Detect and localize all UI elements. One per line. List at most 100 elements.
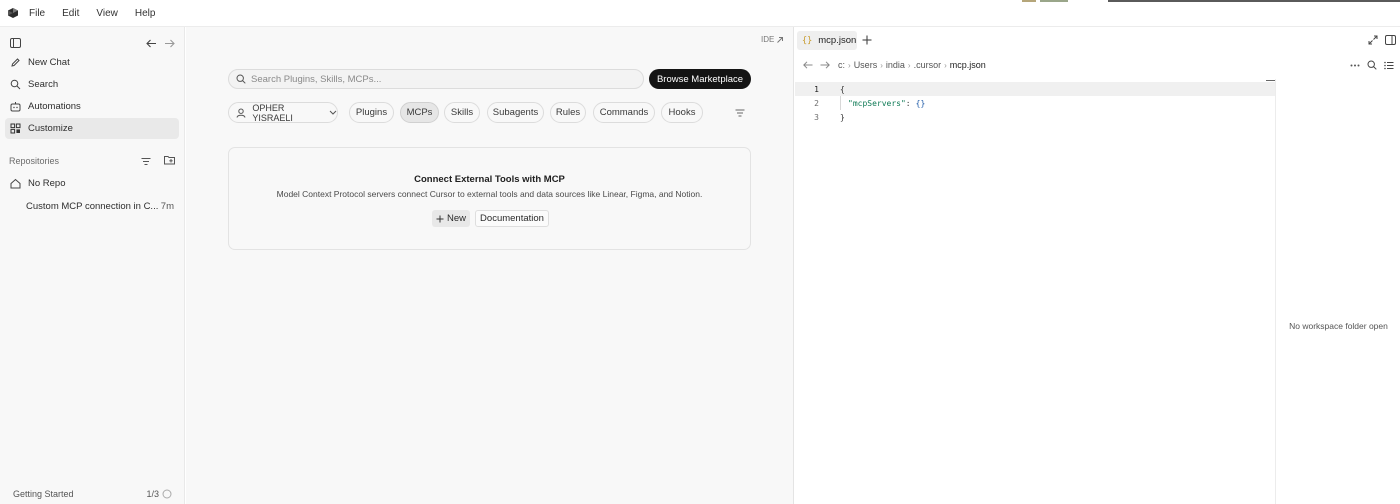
code-line: 3 } — [795, 110, 1275, 124]
sidebar-item-new-chat[interactable]: New Chat — [5, 52, 179, 73]
more-options-icon[interactable] — [1349, 60, 1361, 70]
no-workspace-message: No workspace folder open — [1289, 321, 1388, 331]
tab-plugins[interactable]: Plugins — [349, 102, 394, 123]
minimap-marker — [1266, 80, 1275, 81]
new-folder-icon[interactable] — [163, 154, 175, 166]
filter-icon[interactable] — [140, 155, 152, 167]
sidebar-item-automations[interactable]: Automations — [5, 96, 179, 117]
chevron-right-icon: › — [880, 60, 883, 70]
menu-view[interactable]: View — [96, 8, 118, 19]
breadcrumb-users[interactable]: Users — [854, 60, 878, 70]
search-icon[interactable] — [1366, 59, 1378, 71]
search-icon — [236, 74, 246, 84]
tab-commands[interactable]: Commands — [593, 102, 655, 123]
taskbar-strip — [1022, 0, 1036, 2]
code-colon: : — [905, 98, 911, 108]
breadcrumb-india[interactable]: india — [886, 60, 905, 70]
outline-list-icon[interactable] — [1383, 59, 1395, 71]
chevron-right-icon: › — [944, 60, 947, 70]
maximize-icon[interactable] — [1367, 34, 1379, 46]
code-line: 2 "mcpServers" : {} — [795, 96, 1275, 110]
breadcrumb-file[interactable]: mcp.json — [950, 60, 986, 70]
ide-link[interactable]: IDE — [761, 35, 784, 44]
sort-filter-icon[interactable] — [734, 107, 746, 119]
editor-panel: {} mcp.json c: › Users › india › .cursor… — [795, 27, 1400, 504]
browse-marketplace-button[interactable]: Browse Marketplace — [649, 69, 751, 89]
app-logo-icon — [7, 7, 19, 19]
sidebar-item-label: Customize — [28, 123, 73, 134]
progress-circle-icon — [161, 488, 172, 499]
explorer-pane: No workspace folder open — [1275, 79, 1400, 504]
repo-name: No Repo — [28, 178, 66, 189]
code-value: {} — [915, 98, 926, 108]
plus-icon — [436, 215, 444, 223]
pencil-icon — [9, 57, 21, 69]
home-icon — [9, 178, 21, 190]
sidebar: New Chat Search Automations Customize Re… — [0, 27, 185, 504]
taskbar-strip — [1040, 0, 1068, 2]
sidebar-item-search[interactable]: Search — [5, 74, 179, 95]
tab-hooks[interactable]: Hooks — [661, 102, 703, 123]
indent-guide — [840, 96, 848, 110]
editor-tab-label: mcp.json — [818, 35, 857, 46]
forward-arrow-icon[interactable] — [820, 61, 830, 69]
customize-panel: IDE Browse Marketplace OPHER YISRAELI Pl… — [186, 27, 794, 504]
chevron-right-icon: › — [848, 60, 851, 70]
mcp-card-description: Model Context Protocol servers connect C… — [276, 189, 703, 199]
menu-bar: File Edit View Help — [0, 0, 1400, 27]
repo-item-no-repo[interactable]: No Repo — [5, 173, 179, 194]
mcp-card-title: Connect External Tools with MCP — [414, 174, 565, 185]
bot-icon — [9, 101, 21, 113]
tab-subagents[interactable]: Subagents — [487, 102, 544, 123]
getting-started-item[interactable]: Getting Started 1/3 — [5, 484, 179, 504]
menu-edit[interactable]: Edit — [62, 8, 79, 19]
json-file-icon: {} — [802, 35, 813, 46]
line-number: 3 — [814, 112, 819, 122]
sidebar-item-label: New Chat — [28, 57, 70, 68]
grid-icon — [9, 123, 21, 135]
new-mcp-button[interactable]: New — [432, 210, 470, 227]
menu-help[interactable]: Help — [135, 8, 156, 19]
toggle-sidebar-icon[interactable] — [9, 37, 21, 49]
mcp-empty-state-card: Connect External Tools with MCP Model Co… — [228, 147, 751, 250]
line-number: 2 — [814, 98, 819, 108]
tab-rules[interactable]: Rules — [550, 102, 586, 123]
code-open-brace: { — [840, 84, 845, 94]
tab-skills[interactable]: Skills — [444, 102, 480, 123]
chevron-right-icon: › — [907, 60, 911, 70]
code-line: 1 { — [795, 82, 1275, 96]
sidebar-item-label: Search — [28, 79, 59, 90]
external-arrow-icon — [776, 36, 784, 44]
sidebar-item-label: Automations — [28, 101, 81, 112]
sidebar-item-customize[interactable]: Customize — [5, 118, 179, 139]
search-input[interactable] — [251, 73, 631, 85]
editor-tab-bar: {} mcp.json — [795, 27, 1400, 53]
getting-started-label: Getting Started — [13, 489, 74, 499]
recent-chat-title: Custom MCP connection in C... — [26, 201, 159, 212]
ide-link-label: IDE — [761, 35, 775, 44]
line-number: 1 — [814, 84, 819, 94]
code-editor[interactable]: 1 { 2 "mcpServers" : {} 3 } — [795, 80, 1275, 504]
chevron-down-icon — [329, 108, 337, 117]
tab-mcps[interactable]: MCPs — [400, 102, 439, 123]
sidebar-toolbar — [0, 32, 185, 54]
editor-tab-mcp-json[interactable]: {} mcp.json — [797, 31, 857, 50]
breadcrumb-drive[interactable]: c: — [838, 60, 845, 70]
user-filter-dropdown[interactable]: OPHER YISRAELI — [228, 102, 338, 123]
getting-started-progress: 1/3 — [146, 489, 159, 499]
documentation-button[interactable]: Documentation — [475, 210, 549, 227]
menu-file[interactable]: File — [29, 8, 45, 19]
forward-arrow-icon[interactable] — [163, 37, 175, 49]
recent-chat-time: 7m — [160, 201, 174, 212]
breadcrumb-cursor[interactable]: .cursor — [914, 60, 942, 70]
back-arrow-icon[interactable] — [803, 61, 813, 69]
repositories-heading: Repositories — [9, 156, 60, 166]
user-icon — [236, 107, 246, 118]
back-arrow-icon[interactable] — [145, 37, 157, 49]
search-icon — [9, 79, 21, 91]
code-key: "mcpServers" — [848, 98, 906, 108]
search-box[interactable] — [228, 69, 644, 89]
toggle-panel-icon[interactable] — [1384, 34, 1396, 46]
new-tab-plus-icon[interactable] — [861, 34, 873, 46]
code-close-brace: } — [840, 112, 845, 122]
